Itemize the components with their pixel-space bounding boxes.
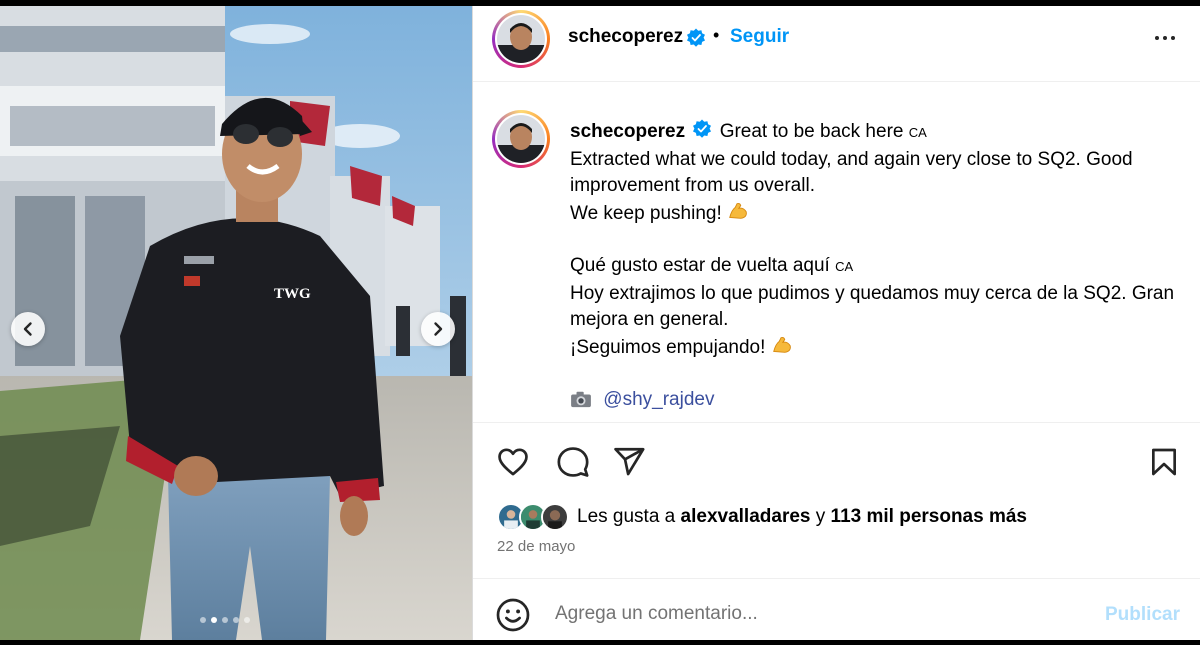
flag-ca: CA (908, 125, 927, 140)
more-options-icon (1155, 36, 1175, 40)
share-icon (614, 447, 645, 476)
photo-scene: TWG (0, 6, 472, 640)
flag-ca: CA (835, 259, 854, 274)
more-options-button[interactable] (1151, 24, 1179, 52)
carousel-next-button[interactable] (421, 312, 455, 346)
likes-prefix: Les gusta a (577, 506, 676, 527)
caption-text-en-3: We keep pushing! (570, 202, 722, 224)
carousel-dot (244, 617, 250, 623)
chevron-right-icon (434, 322, 443, 336)
comment-button[interactable] (555, 444, 591, 480)
likes-summary: Les gusta a alexvalladares y 113 mil per… (497, 502, 1027, 532)
liker-avatar[interactable] (541, 503, 569, 531)
avatar-image (497, 115, 545, 163)
heart-icon (498, 448, 528, 476)
author-username[interactable]: schecoperez (568, 26, 683, 48)
likes-others-link[interactable]: 113 mil personas más (831, 506, 1027, 527)
svg-text:TWG: TWG (274, 286, 311, 302)
liker-avatars (497, 502, 571, 532)
caption-line: ¡Seguimos empujando! (570, 334, 1190, 362)
post-modal: TWG schecoperez • Seguir schecoperez Gre… (0, 0, 1200, 645)
post-caption: schecoperez Great to be back here CA Ext… (570, 119, 1190, 414)
comment-icon (557, 447, 589, 477)
share-button[interactable] (611, 444, 647, 480)
post-header: schecoperez • Seguir (473, 6, 1200, 82)
caption-text-en-1: Great to be back here (719, 121, 904, 142)
caption-username[interactable]: schecoperez (570, 121, 685, 142)
carousel-dot (200, 617, 206, 623)
header-separator: • (713, 25, 720, 45)
post-date[interactable]: 22 de mayo (497, 538, 575, 555)
likes-text: Les gusta a alexvalladares y 113 mil per… (577, 506, 1027, 528)
caption-section: schecoperez Great to be back here CA Ext… (473, 83, 1200, 423)
camera-icon (571, 391, 591, 408)
verified-badge-icon (687, 28, 705, 47)
post-details-panel: schecoperez • Seguir schecoperez Great t… (472, 6, 1200, 640)
caption-text-en-2: Extracted what we could today, and again… (570, 148, 1133, 197)
carousel-dot (233, 617, 239, 623)
carousel-dot-active (211, 617, 217, 623)
caption-author-avatar[interactable] (492, 110, 550, 168)
caption-line: Qué gusto estar de vuelta aquí CA (570, 253, 1190, 281)
likes-user-link[interactable]: alexvalladares (681, 506, 811, 527)
caption-line: schecoperez Great to be back here CA (570, 119, 1190, 147)
flexed-biceps-icon (772, 336, 791, 353)
chevron-left-icon (23, 322, 32, 336)
post-photo[interactable]: TWG (0, 6, 472, 640)
flexed-biceps-icon (729, 202, 747, 219)
comment-input[interactable] (555, 599, 1075, 629)
author-avatar[interactable] (492, 10, 550, 68)
caption-line: We keep pushing! (570, 200, 1190, 228)
carousel-dot (222, 617, 228, 623)
caption-line: @shy_rajdev (570, 387, 1190, 414)
add-comment-bar: Publicar (473, 578, 1200, 640)
post-actions (473, 424, 1200, 504)
follow-button[interactable]: Seguir (730, 26, 789, 48)
verified-badge-icon (693, 119, 712, 138)
caption-text-es-1: Qué gusto estar de vuelta aquí (570, 255, 830, 276)
caption-text-es-2: Hoy extrajimos lo que pudimos y quedamos… (570, 282, 1175, 331)
save-button[interactable] (1146, 444, 1182, 480)
avatar-image (497, 15, 545, 63)
caption-text-es-3: ¡Seguimos empujando! (570, 336, 766, 358)
like-button[interactable] (495, 444, 531, 480)
carousel-indicator (200, 617, 250, 623)
bookmark-icon (1152, 448, 1176, 476)
photo-credit-mention[interactable]: @shy_rajdev (603, 389, 714, 410)
carousel-prev-button[interactable] (11, 312, 45, 346)
emoji-icon[interactable] (495, 597, 531, 633)
likes-joiner: y (815, 506, 826, 527)
publish-comment-button[interactable]: Publicar (1105, 604, 1180, 626)
